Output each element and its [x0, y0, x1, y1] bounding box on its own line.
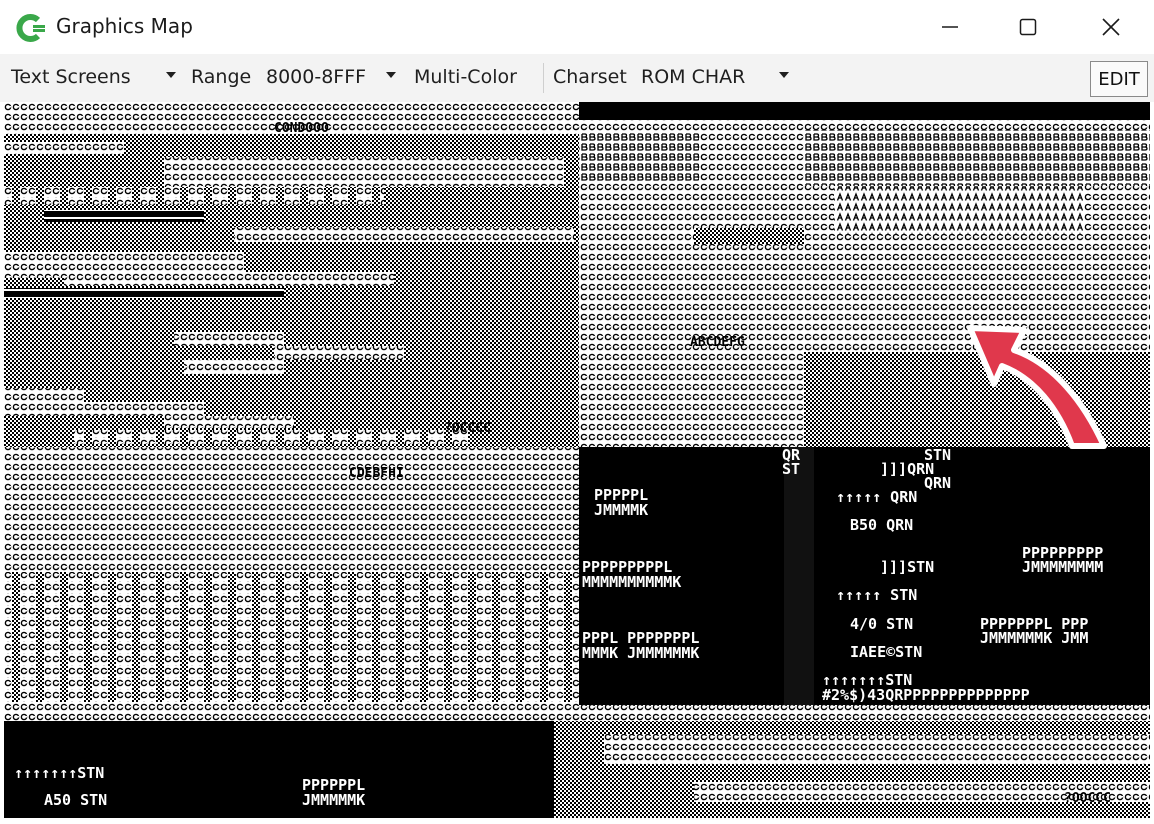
- map-block-cells: [174, 332, 284, 346]
- charset-label: Charset: [553, 66, 627, 88]
- map-text: ↑↑↑↑↑ QRN: [836, 488, 917, 506]
- map-text: ?OOCCC: [1064, 791, 1111, 806]
- map-text: CONDOOO: [274, 121, 329, 136]
- map-text: JMMMMMK: [302, 791, 365, 809]
- map-block-cells: [4, 402, 204, 416]
- map-block-lines: [4, 288, 284, 298]
- range-dropdown-arrow-icon[interactable]: [386, 72, 396, 78]
- edit-button[interactable]: EDIT: [1090, 61, 1148, 97]
- mode-select[interactable]: Text Screens: [11, 66, 131, 88]
- map-text: A50 STN: [44, 791, 107, 809]
- map-block-a: [834, 186, 1084, 234]
- charset-dropdown-arrow-icon[interactable]: [779, 72, 789, 78]
- map-block-cells: [164, 157, 564, 187]
- minimize-icon: [942, 26, 958, 28]
- close-icon: [1102, 18, 1120, 36]
- map-block-b: [579, 132, 699, 182]
- close-button[interactable]: [1075, 0, 1147, 54]
- map-text: 4/0 STN: [850, 615, 913, 633]
- map-block-cells: [234, 227, 574, 242]
- graphics-map-canvas[interactable]: PPPPPL JMMMMK PPPPPPPPPL MMMMMMMMMMK PPP…: [4, 102, 1150, 818]
- multicolor-toggle[interactable]: Multi-Color: [414, 66, 517, 88]
- map-text: #2%$)43QRPPPPPPPPPPPPPP: [822, 686, 1030, 704]
- map-block-cells: [4, 142, 124, 154]
- map-block-cells: [274, 346, 404, 360]
- map-block-mix: [74, 430, 474, 444]
- toolbar-divider: [543, 63, 544, 93]
- map-text: B50 QRN: [850, 516, 913, 534]
- map-text: CDEBFHI: [349, 466, 404, 481]
- map-block-lines: [44, 210, 204, 222]
- map-text: ↑↑↑↑↑↑↑STN: [14, 764, 104, 782]
- map-text: ]]]STN: [880, 558, 934, 576]
- map-block-cells: [64, 272, 394, 286]
- mode-dropdown-arrow-icon[interactable]: [166, 72, 176, 78]
- map-block-b: [804, 130, 1150, 186]
- charset-select[interactable]: ROM CHAR: [641, 66, 745, 88]
- map-block-cells: [164, 416, 294, 428]
- toolbar: Text Screens Range 8000-8FFF Multi-Color…: [0, 54, 1154, 102]
- maximize-button[interactable]: [992, 0, 1064, 54]
- graphics-map-svg: PPPPPL JMMMMK PPPPPPPPPL MMMMMMMMMMK PPP…: [4, 102, 1150, 818]
- map-text: ST: [782, 460, 800, 478]
- map-text: ]]]QRN: [880, 460, 934, 478]
- map-block-mix: [4, 572, 579, 702]
- window-title: Graphics Map: [56, 14, 193, 38]
- map-text: MMMK JMMMMMMK: [582, 644, 699, 662]
- map-text: ↑↑↑↑↑ STN: [836, 586, 917, 604]
- range-select[interactable]: 8000-8FFF: [266, 66, 366, 88]
- map-text: ?OCCCC: [444, 421, 491, 436]
- map-block-checker: [694, 228, 804, 244]
- minimize-button[interactable]: [914, 0, 986, 54]
- map-block-cells: [4, 705, 1150, 721]
- map-block-cells: [604, 734, 1150, 764]
- map-block-mix: [4, 187, 384, 205]
- map-text: IAEE©STN: [850, 643, 922, 661]
- map-text: JMMMMMMMM: [1022, 558, 1103, 576]
- title-bar: Graphics Map: [0, 0, 1154, 54]
- app-logo-icon: [16, 14, 45, 42]
- maximize-icon: [1019, 18, 1037, 36]
- range-label: Range: [191, 66, 252, 88]
- map-text: JMMMMMMK JMM: [980, 629, 1088, 647]
- map-text: JMMMMK: [594, 501, 648, 519]
- map-column: [784, 447, 814, 705]
- map-block-cells: [4, 388, 84, 402]
- map-text: MMMMMMMMMMK: [582, 573, 681, 591]
- map-text: ABCDEFG: [690, 335, 745, 350]
- map-block-cells: [184, 360, 284, 374]
